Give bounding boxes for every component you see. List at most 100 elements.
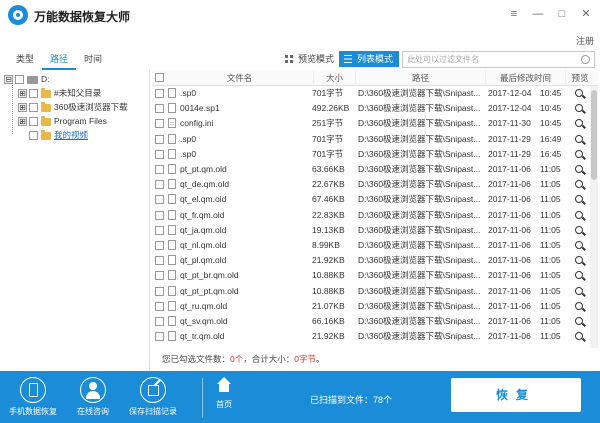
- magnifier-icon[interactable]: [575, 89, 583, 97]
- row-checkbox[interactable]: [155, 241, 164, 250]
- row-checkbox[interactable]: [155, 256, 164, 266]
- window-controls: ≡ — □ ✕: [508, 8, 592, 20]
- column-header-modified[interactable]: 最后修改时间: [486, 70, 566, 86]
- magnifier-icon[interactable]: [575, 301, 583, 310]
- column-header-name[interactable]: 文件名: [166, 70, 314, 86]
- table-row[interactable]: qt_nl.qm.old 8.99KB D:\360极速浏览器下载\Snipast.…: [152, 238, 592, 253]
- magnifier-icon[interactable]: [575, 332, 583, 341]
- row-checkbox[interactable]: [155, 119, 164, 129]
- row-checkbox[interactable]: [155, 104, 164, 114]
- table-scrollbar[interactable]: [590, 86, 598, 348]
- row-checkbox[interactable]: [155, 301, 164, 311]
- expand-icon[interactable]: ⊞: [18, 117, 27, 127]
- online-consult-button[interactable]: 在线咨询: [68, 377, 118, 423]
- tree-item-program-files[interactable]: ⊞ Program Files: [18, 115, 107, 128]
- collapse-icon[interactable]: ⊟: [4, 75, 13, 85]
- magnifier-icon[interactable]: [575, 256, 583, 265]
- magnifier-icon[interactable]: [575, 104, 583, 113]
- file-name: qt_el.qm.old: [180, 194, 227, 205]
- register-link[interactable]: 注册: [576, 34, 594, 47]
- magnifier-icon[interactable]: [575, 165, 583, 173]
- preview-mode-button[interactable]: 预览模式: [280, 51, 340, 67]
- row-checkbox[interactable]: [155, 317, 164, 326]
- recover-button[interactable]: 恢复: [451, 378, 581, 412]
- toolbar: 类型 路径 时间 预览模式 列表模式: [0, 50, 600, 70]
- file-size: 22.83KB: [312, 209, 345, 220]
- row-checkbox[interactable]: [155, 180, 164, 190]
- folder-icon: [41, 115, 51, 126]
- row-checkbox[interactable]: [155, 210, 164, 220]
- table-row[interactable]: qt_pl.qm.old 21.92KB D:\360极速浏览器下载\Snipast…: [152, 253, 592, 268]
- table-row[interactable]: 0014e.sp1 492.26KB D:\360极速浏览器下载\Snipast..…: [152, 101, 592, 116]
- magnifier-icon[interactable]: [575, 241, 583, 249]
- row-checkbox[interactable]: [155, 134, 164, 144]
- tree-item-drive[interactable]: ⊟ D:: [4, 73, 50, 86]
- column-header-size[interactable]: 大小: [314, 70, 356, 86]
- tree-item-unknown-parent[interactable]: ⊞ #未知父目录: [18, 87, 101, 100]
- tree-item-browser-downloads[interactable]: ⊞ 360极速浏览器下载: [18, 101, 128, 114]
- tree-connector: [12, 82, 13, 134]
- table-row[interactable]: qt_el.qm.old 67.46KB D:\360极速浏览器下载\Snipast…: [152, 192, 592, 207]
- tree-checkbox[interactable]: [29, 89, 38, 99]
- table-row[interactable]: qt_pt_pt.qm.old 10.88KB D:\360极速浏览器下载\Snip…: [152, 284, 592, 299]
- magnifier-icon[interactable]: [575, 225, 583, 234]
- magnifier-icon[interactable]: [575, 195, 583, 204]
- file-size: 10.88KB: [312, 285, 345, 296]
- table-row[interactable]: qt_sv.qm.old 66.16KB D:\360极速浏览器下载\Snipast…: [152, 314, 592, 329]
- column-header-path[interactable]: 路径: [356, 70, 486, 86]
- row-checkbox[interactable]: [155, 286, 164, 296]
- table-row[interactable]: qt_de.qm.old 22.67KB D:\360极速浏览器下载\Snipast…: [152, 177, 592, 192]
- menu-icon[interactable]: ≡: [508, 8, 520, 20]
- row-checkbox[interactable]: [155, 332, 164, 342]
- tab-path[interactable]: 路径: [42, 50, 76, 70]
- table-row[interactable]: pt_pt.qm.old 63.66KB D:\360极速浏览器下载\Snipast…: [152, 162, 592, 177]
- file-icon: [168, 209, 176, 220]
- maximize-icon[interactable]: □: [556, 8, 568, 20]
- column-header-preview: 预览: [571, 73, 589, 83]
- row-checkbox[interactable]: [155, 165, 164, 174]
- close-icon[interactable]: ✕: [580, 8, 592, 20]
- table-row[interactable]: qt_tr.qm.old 21.92KB D:\360极速浏览器下载\Snipast…: [152, 329, 592, 344]
- table-row[interactable]: qt_ru.qm.old 21.07KB D:\360极速浏览器下载\Snipast…: [152, 299, 592, 314]
- magnifier-icon[interactable]: [575, 271, 583, 280]
- tree-checkbox[interactable]: [29, 131, 38, 141]
- table-row[interactable]: qt_ja.qm.old 19.13KB D:\360极速浏览器下载\Snipast…: [152, 223, 592, 238]
- magnifier-icon[interactable]: [575, 180, 583, 189]
- list-mode-button[interactable]: 列表模式: [339, 51, 400, 67]
- save-scan-button[interactable]: 保存扫描记录: [128, 377, 178, 423]
- table-row[interactable]: .sp0 701字节 D:\360极速浏览器下载\Snipast... 2017-11…: [152, 147, 592, 162]
- magnifier-icon[interactable]: [575, 134, 583, 143]
- magnifier-icon[interactable]: [575, 149, 583, 158]
- row-checkbox[interactable]: [155, 149, 164, 159]
- file-name: qt_nl.qm.old: [180, 240, 227, 250]
- home-button[interactable]: 首页: [210, 377, 238, 410]
- magnifier-icon[interactable]: [575, 119, 583, 128]
- tab-type[interactable]: 类型: [8, 50, 42, 70]
- magnifier-icon[interactable]: [575, 317, 583, 325]
- scrollbar-thumb[interactable]: [591, 90, 597, 180]
- select-all-checkbox[interactable]: [155, 73, 164, 82]
- table-row[interactable]: qt_pt_br.qm.old 10.88KB D:\360极速浏览器下载\Snip…: [152, 268, 592, 283]
- row-checkbox[interactable]: [155, 89, 164, 98]
- row-checkbox[interactable]: [155, 271, 164, 281]
- search-input[interactable]: [403, 52, 578, 67]
- table-row[interactable]: qt_fr.qm.old 22.83KB D:\360极速浏览器下载\Snipast…: [152, 208, 592, 223]
- search-icon[interactable]: [581, 55, 590, 64]
- table-row[interactable]: config.ini 251字节 D:\360极速浏览器下载\Snipast... 2…: [152, 116, 592, 131]
- tree-item-my-videos[interactable]: 我的视频: [29, 129, 88, 142]
- table-row[interactable]: .sp0 701字节 D:\360极速浏览器下载\Snipast... 2017-11…: [152, 132, 592, 147]
- magnifier-icon[interactable]: [575, 210, 583, 219]
- magnifier-icon[interactable]: [575, 286, 583, 295]
- tab-time[interactable]: 时间: [76, 50, 110, 70]
- table-row[interactable]: .sp0 701字节 D:\360极速浏览器下载\Snipast... 2017-12…: [152, 86, 592, 101]
- expand-icon[interactable]: ⊞: [18, 89, 27, 99]
- row-checkbox[interactable]: [155, 195, 164, 205]
- tree-checkbox[interactable]: [29, 117, 38, 127]
- tree-checkbox[interactable]: [29, 103, 38, 113]
- tree-item-label: 我的视频: [54, 130, 89, 140]
- row-checkbox[interactable]: [155, 225, 164, 235]
- phone-recovery-button[interactable]: 手机数据恢复: [8, 377, 58, 423]
- expand-icon[interactable]: ⊞: [18, 103, 27, 113]
- tree-checkbox[interactable]: [15, 75, 24, 85]
- minimize-icon[interactable]: —: [532, 8, 544, 20]
